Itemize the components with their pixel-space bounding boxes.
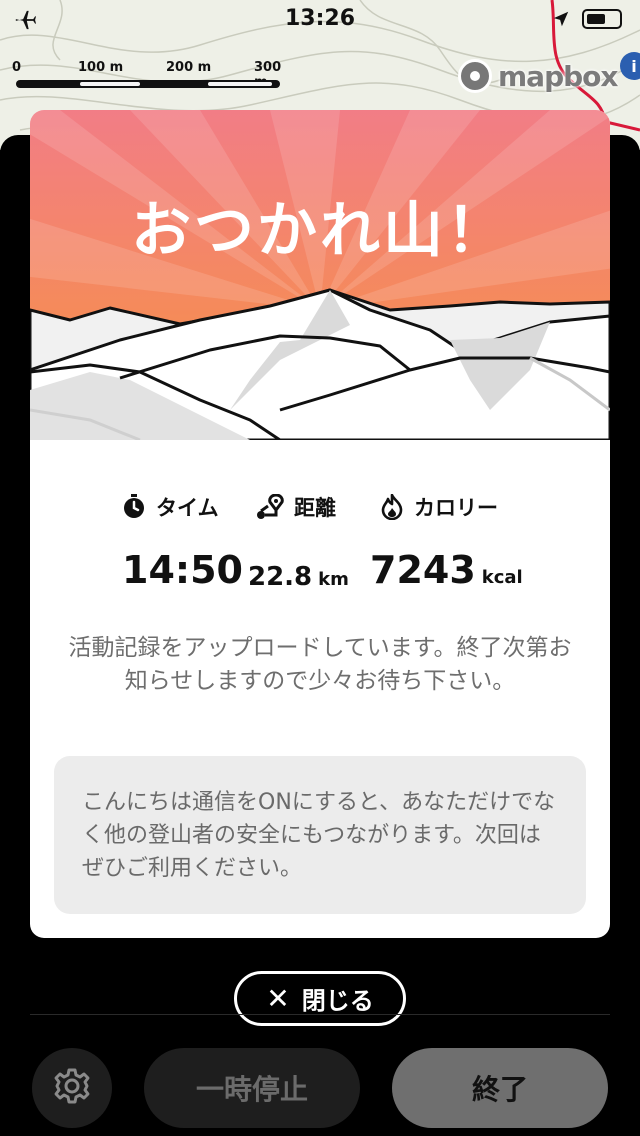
mapbox-logo-icon (458, 59, 492, 93)
stat-distance-label: 距離 (256, 492, 336, 522)
controls-divider (30, 1014, 610, 1015)
map-scale-bar: 0 100 m 200 m 300 m (12, 60, 282, 90)
notice-text: こんにちは通信をONにすると、あなただけでなく他の登山者の安全にもつながります。… (82, 790, 556, 881)
stat-time-value: 14:50 (122, 548, 243, 592)
gear-icon (52, 1066, 92, 1110)
settings-button[interactable] (32, 1048, 112, 1128)
mapbox-attribution[interactable]: mapbox (458, 58, 618, 94)
stopwatch-icon (122, 494, 146, 520)
scale-label-200: 200 m (166, 60, 212, 75)
close-button[interactable]: ✕ 閉じる (234, 971, 406, 1026)
flame-icon (380, 494, 404, 520)
stat-calories-value: 7243 kcal (370, 548, 523, 592)
end-button[interactable]: 終了 (392, 1048, 608, 1128)
summit-result-card: おつかれ山！ タイム 距離 カロリー 14:50 22.8 km 7243 kc… (30, 110, 610, 938)
stat-time-label: タイム (122, 492, 219, 522)
sunset-mountain-illustration: おつかれ山！ (30, 110, 610, 442)
location-arrow-icon (552, 10, 570, 32)
mapbox-wordmark: mapbox (498, 59, 618, 93)
close-icon: ✕ (266, 981, 290, 1015)
route-pin-icon (256, 494, 284, 520)
upload-message: 活動記録をアップロードしています。終了次第お知らせしますので少々お待ち下さい。 (68, 635, 572, 694)
map-info-icon[interactable]: i (620, 52, 640, 80)
scale-label-0: 0 (12, 60, 22, 75)
status-bar: 13:26 (0, 0, 640, 40)
stats-labels-row: タイム 距離 カロリー (30, 492, 610, 532)
stat-distance-value: 22.8 km (248, 562, 349, 592)
scale-label-100: 100 m (78, 60, 124, 75)
card-title: おつかれ山！ (131, 196, 509, 266)
status-time: 13:26 (284, 6, 356, 31)
battery-icon (582, 9, 622, 29)
connectivity-notice: こんにちは通信をONにすると、あなただけでなく他の登山者の安全にもつながります。… (54, 756, 586, 914)
stats-values-row: 14:50 22.8 km 7243 kcal (30, 542, 610, 592)
pause-button[interactable]: 一時停止 (144, 1048, 360, 1128)
stat-calories-label: カロリー (380, 492, 498, 522)
